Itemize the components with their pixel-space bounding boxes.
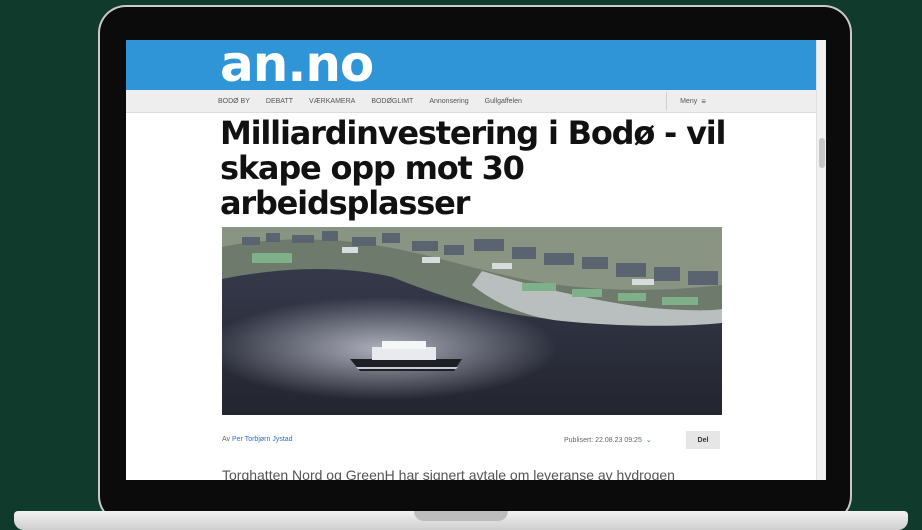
menu-button[interactable]: Meny ≡ <box>666 92 719 110</box>
nav-item-vaerkamera[interactable]: VÆRKAMERA <box>309 98 355 105</box>
nav-item-gullgaffelen[interactable]: Gullgaffelen <box>485 98 522 105</box>
laptop-notch <box>414 511 508 521</box>
article-lead: Torghatten Nord og GreenH har signert av… <box>222 467 675 480</box>
article-hero-image <box>222 227 722 415</box>
site-logo[interactable]: an.no <box>220 40 374 91</box>
chevron-down-icon: ⌄ <box>645 437 652 444</box>
nav-item-debatt[interactable]: DEBATT <box>266 98 293 105</box>
nav-item-bodoglimt[interactable]: BODØGLIMT <box>371 98 413 105</box>
harbor-illustration <box>222 227 722 415</box>
nav-item-annonsering[interactable]: Annonsering <box>429 98 468 105</box>
byline-prefix: Av <box>222 436 231 443</box>
published-text: Publisert: 22.08.23 09:25 <box>564 437 642 444</box>
main-nav: BODØ BY DEBATT VÆRKAMERA BODØGLIMT Annon… <box>126 90 816 113</box>
menu-label: Meny <box>680 97 698 105</box>
author-link[interactable]: Per Torbjørn Jystad <box>232 436 293 443</box>
hamburger-icon: ≡ <box>701 96 706 106</box>
scrollbar-thumb[interactable] <box>819 138 825 168</box>
article-byline: Av Per Torbjørn Jystad <box>222 436 293 443</box>
scrollbar[interactable] <box>816 40 826 480</box>
published-timestamp[interactable]: Publisert: 22.08.23 09:25 ⌄ <box>564 436 652 444</box>
site-header: an.no <box>126 40 816 91</box>
article-title: Milliardinvestering i Bodø - vil skape o… <box>220 114 726 222</box>
share-button[interactable]: Del <box>686 431 720 449</box>
browser-viewport: an.no BODØ BY DEBATT VÆRKAMERA BODØGLIMT… <box>126 40 826 480</box>
nav-item-bodo-by[interactable]: BODØ BY <box>218 98 250 105</box>
